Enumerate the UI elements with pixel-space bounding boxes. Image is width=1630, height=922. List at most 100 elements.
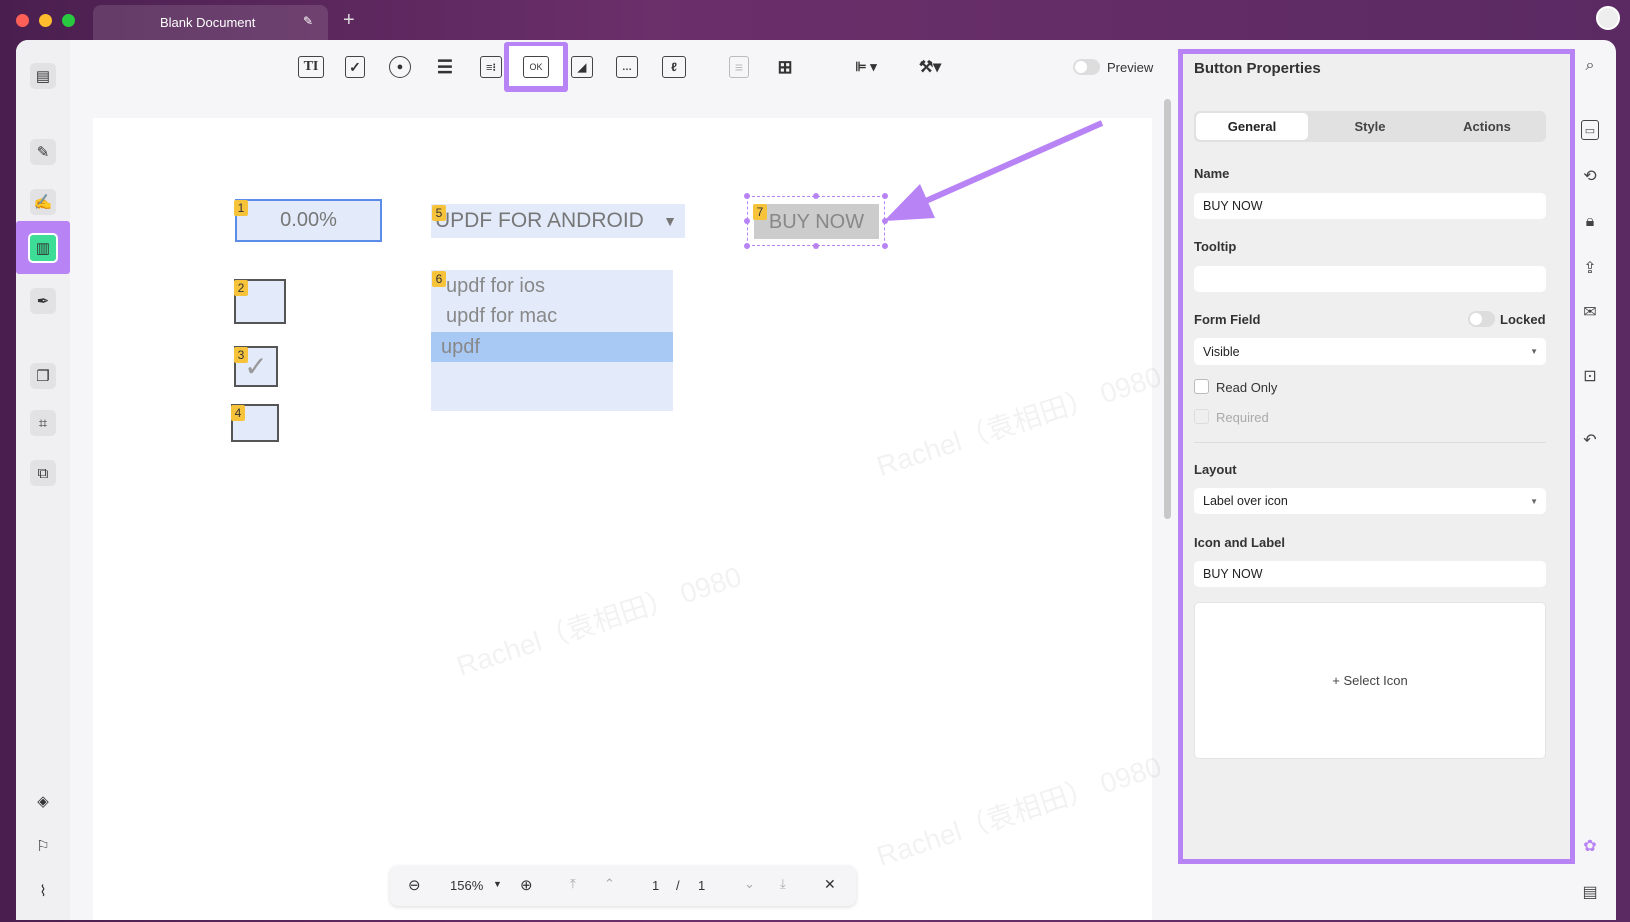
fill-sign-icon[interactable]: ✒: [30, 288, 56, 314]
layout-select[interactable]: Label over icon ▼: [1194, 488, 1546, 514]
zoom-level-select[interactable]: 156%: [450, 878, 483, 893]
save-icon[interactable]: ⊡: [1578, 364, 1602, 388]
new-tab-button[interactable]: +: [343, 9, 355, 32]
icon-and-label-label: Icon and Label: [1194, 535, 1286, 550]
close-icon[interactable]: ✕: [824, 876, 836, 893]
text-field-icon[interactable]: TI: [298, 56, 324, 78]
scrollbar[interactable]: [1164, 99, 1171, 519]
visibility-value: Visible: [1203, 344, 1240, 359]
list-box-field[interactable]: updf for ios updf for mac updf: [431, 270, 673, 411]
ai-assistant-icon[interactable]: ✿: [1578, 834, 1602, 858]
checkbox-icon[interactable]: ✓: [345, 56, 365, 78]
required-label: Required: [1216, 410, 1269, 425]
icon-label-input[interactable]: BUY NOW: [1194, 561, 1546, 587]
radio-button-icon[interactable]: ●: [389, 56, 411, 78]
avatar[interactable]: [1596, 6, 1620, 30]
prepare-form-icon[interactable]: ▥: [28, 233, 58, 263]
close-window-button[interactable]: [16, 14, 29, 27]
next-page-icon[interactable]: ⌄: [744, 876, 755, 892]
zoom-window-button[interactable]: [62, 14, 75, 27]
field-number-badge: 2: [234, 280, 248, 296]
bookmark-icon[interactable]: ⚐: [30, 833, 56, 859]
locked-toggle[interactable]: [1468, 311, 1495, 327]
grid-icon[interactable]: ⊞: [772, 56, 798, 78]
page-navigation-bar: ⊖ 156% ▼ ⊕ ⤒ ⌃ 1 / 1 ⌄ ⤓ ✕: [390, 866, 856, 906]
dropdown-field[interactable]: UPDF FOR ANDROID ▼: [431, 204, 685, 238]
page-total: 1: [698, 878, 706, 893]
divider: [1194, 442, 1546, 443]
locked-label: Locked: [1500, 312, 1546, 327]
organize-pages-icon[interactable]: ❐: [30, 363, 56, 389]
field-number-badge: 5: [432, 205, 446, 221]
field-number-badge: 4: [231, 405, 245, 421]
date-field-icon[interactable]: …: [616, 56, 638, 78]
comment-icon[interactable]: ▤: [1578, 880, 1602, 904]
panel-title: Button Properties: [1194, 60, 1321, 77]
duplicate-icon[interactable]: ≡: [729, 56, 749, 78]
field-number-badge: 6: [432, 271, 446, 287]
list-option[interactable]: updf for ios: [431, 270, 673, 300]
required-checkbox[interactable]: [1194, 409, 1209, 424]
preview-label: Preview: [1107, 60, 1154, 75]
panel-tabs: General Style Actions: [1194, 111, 1546, 142]
list-box-icon[interactable]: ≡⁝: [480, 56, 502, 78]
list-option-selected[interactable]: updf: [431, 332, 673, 362]
page-separator: /: [676, 878, 680, 893]
protect-icon[interactable]: 🔒︎: [1578, 210, 1602, 234]
tools-icon[interactable]: ⚒▾: [910, 56, 950, 78]
arrow-annotation: [884, 120, 1104, 221]
preview-toggle[interactable]: [1073, 59, 1100, 75]
search-icon[interactable]: ⌕: [1578, 54, 1602, 78]
chevron-down-icon[interactable]: ▼: [493, 879, 502, 889]
read-only-checkbox[interactable]: [1194, 379, 1209, 394]
tab-actions[interactable]: Actions: [1431, 113, 1543, 140]
minimize-window-button[interactable]: [39, 14, 52, 27]
compress-icon[interactable]: ⧉: [30, 460, 56, 486]
attachment-icon[interactable]: ⌇: [30, 878, 56, 904]
form-field-label: Form Field: [1194, 312, 1261, 327]
convert-icon[interactable]: ⟲: [1578, 164, 1602, 188]
image-field-icon[interactable]: ◢: [571, 56, 593, 78]
previous-page-icon[interactable]: ⌃: [604, 876, 615, 892]
ocr-icon[interactable]: ▭: [1581, 120, 1599, 140]
tooltip-label: Tooltip: [1194, 239, 1237, 254]
name-input[interactable]: BUY NOW: [1194, 193, 1546, 219]
read-only-label: Read Only: [1216, 380, 1278, 395]
signature-field-icon[interactable]: ℓ: [662, 56, 686, 78]
reader-icon[interactable]: ▤: [30, 63, 56, 89]
mail-icon[interactable]: ✉: [1578, 300, 1602, 324]
edit-pdf-icon[interactable]: ✍: [30, 189, 56, 215]
crop-icon[interactable]: ⌗: [30, 410, 56, 436]
field-number-badge: 1: [234, 200, 248, 216]
tab-general[interactable]: General: [1196, 113, 1308, 140]
page-current-input[interactable]: 1: [652, 878, 659, 893]
button-icon[interactable]: OK: [523, 56, 549, 78]
undo-icon[interactable]: ↶: [1578, 428, 1602, 452]
tooltip-input[interactable]: [1194, 266, 1546, 292]
last-page-icon[interactable]: ⤓: [780, 876, 786, 892]
layout-value: Label over icon: [1203, 494, 1288, 508]
zoom-in-icon[interactable]: ⊕: [520, 876, 533, 894]
layout-label: Layout: [1194, 462, 1237, 477]
chevron-down-icon: ▼: [1530, 496, 1538, 506]
field-number-badge: 3: [234, 347, 248, 363]
chevron-down-icon: ▼: [663, 213, 677, 229]
pencil-icon[interactable]: ✎: [303, 14, 313, 28]
layers-icon[interactable]: ◈: [30, 788, 56, 814]
chevron-down-icon: ▼: [1530, 347, 1538, 356]
share-icon[interactable]: ⇪: [1578, 256, 1602, 280]
dropdown-value: UPDF FOR ANDROID: [435, 209, 644, 232]
combo-box-icon[interactable]: ☰: [435, 56, 455, 78]
highlighter-icon[interactable]: ✎: [30, 139, 56, 165]
name-label: Name: [1194, 166, 1230, 181]
document-tab[interactable]: Blank Document ✎: [93, 5, 328, 40]
text-field[interactable]: 0.00%: [235, 199, 382, 242]
select-icon-button[interactable]: + Select Icon: [1194, 602, 1546, 759]
tab-style[interactable]: Style: [1314, 113, 1426, 140]
align-icon[interactable]: ⊫ ▾: [848, 56, 884, 78]
visibility-select[interactable]: Visible ▼: [1194, 338, 1546, 365]
list-option[interactable]: updf for mac: [431, 300, 673, 332]
first-page-icon[interactable]: ⤒: [570, 876, 576, 892]
selection-handles: [744, 193, 888, 249]
zoom-out-icon[interactable]: ⊖: [408, 876, 421, 894]
